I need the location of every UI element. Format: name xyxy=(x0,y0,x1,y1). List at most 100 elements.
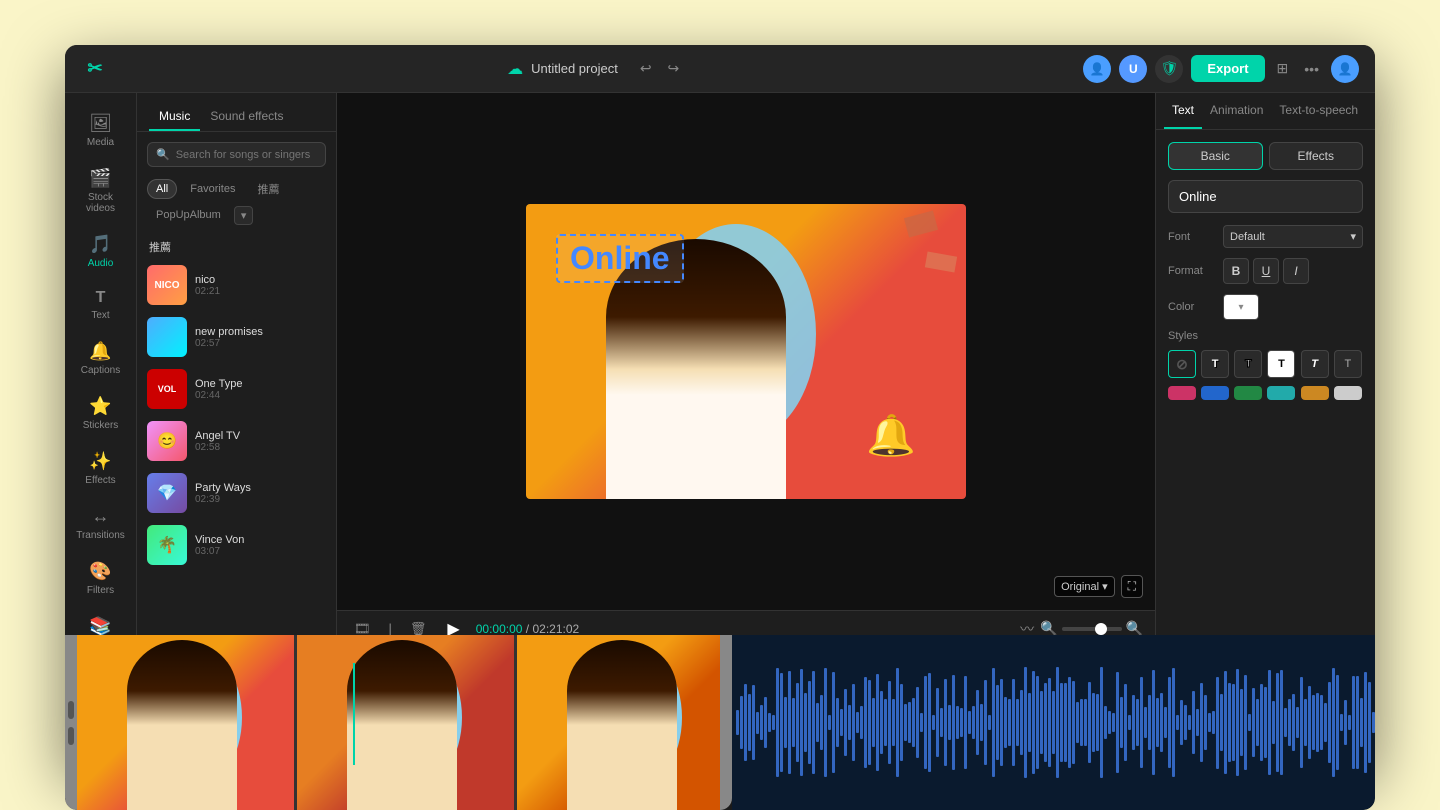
waveform-bar xyxy=(872,698,875,748)
tab-animation[interactable]: Animation xyxy=(1202,93,1271,129)
waveform-bar xyxy=(1216,677,1219,769)
more-options-button[interactable]: ••• xyxy=(1300,57,1323,81)
list-item[interactable]: VOL One Type 02:44 xyxy=(137,363,336,415)
filter-more-button[interactable]: ▾ xyxy=(234,206,254,225)
waveform-bar xyxy=(1272,701,1275,743)
waveform-bar xyxy=(1140,677,1143,767)
export-button[interactable]: Export xyxy=(1191,55,1264,82)
list-item[interactable]: new promises 02:57 xyxy=(137,311,336,363)
redo-button[interactable]: ↪ xyxy=(662,56,686,81)
waveform-bar xyxy=(796,683,799,761)
film-frame xyxy=(297,635,517,810)
sidebar-item-label: Text xyxy=(91,310,109,321)
list-item[interactable]: 💎 Party Ways 02:39 xyxy=(137,467,336,519)
font-row: Font Default ▾ xyxy=(1168,225,1363,248)
filter-all[interactable]: All xyxy=(147,179,177,199)
text-content-input[interactable] xyxy=(1168,180,1363,213)
waveform-bar xyxy=(1252,688,1255,757)
list-item[interactable]: 🌴 Vince Von 03:07 xyxy=(137,519,336,571)
style-2[interactable]: T xyxy=(1234,350,1262,378)
sidebar-item-label: Audio xyxy=(88,258,114,269)
color-dot-5[interactable] xyxy=(1301,386,1329,400)
effects-button[interactable]: Effects xyxy=(1269,142,1364,170)
track-info: Vince Von 03:07 xyxy=(195,534,326,557)
waveform-bar xyxy=(936,688,939,757)
color-dot-6[interactable] xyxy=(1334,386,1362,400)
zoom-thumb[interactable] xyxy=(1095,623,1107,635)
color-dot-1[interactable] xyxy=(1168,386,1196,400)
filter-popup[interactable]: PopUpAlbum xyxy=(147,205,230,225)
section-label: 推薦 xyxy=(137,233,336,259)
color-dot-3[interactable] xyxy=(1234,386,1262,400)
list-item[interactable]: 😊 Angel TV 02:58 xyxy=(137,415,336,467)
waveform-bar xyxy=(920,713,923,732)
sidebar-item-stickers[interactable]: ⭐ Stickers xyxy=(71,388,131,439)
tab-tts[interactable]: Text-to-speech xyxy=(1271,93,1366,129)
sidebar-item-transitions[interactable]: ↔ Transitions xyxy=(71,498,131,549)
waveform-bar xyxy=(808,681,811,765)
sidebar-item-text[interactable]: T Text xyxy=(71,281,131,329)
style-3[interactable]: T xyxy=(1267,350,1295,378)
filter-favorites[interactable]: Favorites xyxy=(181,179,244,199)
zoom-slider[interactable] xyxy=(1062,627,1122,631)
color-dot-2[interactable] xyxy=(1201,386,1229,400)
sidebar-item-filters[interactable]: 🎨 Filters xyxy=(71,553,131,604)
film-handle-right[interactable] xyxy=(720,635,732,810)
basic-button[interactable]: Basic xyxy=(1168,142,1263,170)
waveform-bar xyxy=(924,676,927,769)
tab-sound-effects[interactable]: Sound effects xyxy=(200,103,293,131)
waveform-bar xyxy=(812,671,815,775)
waveform-bar xyxy=(932,715,935,730)
waveform-bar xyxy=(768,713,771,731)
waveform-bar xyxy=(1104,706,1107,740)
waveform-bar xyxy=(748,694,751,752)
waveform-bar xyxy=(1008,699,1011,746)
waveform-bar xyxy=(756,712,759,734)
italic-button[interactable]: I xyxy=(1283,258,1309,284)
sidebar-item-stock[interactable]: 🎬 Stock videos xyxy=(71,160,131,222)
waveform-bar xyxy=(964,676,967,768)
tab-text[interactable]: Text xyxy=(1164,93,1202,129)
film-handle-left[interactable] xyxy=(65,635,77,810)
layout-icon[interactable]: ⊞ xyxy=(1273,56,1293,81)
sidebar-item-media[interactable]: 🖼 Media xyxy=(71,105,131,156)
shield-icon[interactable]: 🛡 xyxy=(1155,55,1183,83)
color-swatch[interactable]: ▾ xyxy=(1223,294,1259,320)
filter-recommended[interactable]: 推薦 xyxy=(248,177,288,201)
sidebar-item-effects[interactable]: ✨ Effects xyxy=(71,443,131,494)
profile-avatar[interactable]: 👤 xyxy=(1331,55,1359,83)
waveform-bars xyxy=(732,653,1375,793)
video-controls-bar: Original ▾ ⛶ xyxy=(1054,575,1143,598)
font-dropdown[interactable]: Default ▾ xyxy=(1223,225,1363,248)
text-overlay[interactable]: Online xyxy=(556,234,684,283)
fullscreen-button[interactable]: ⛶ xyxy=(1121,575,1143,598)
color-dot-4[interactable] xyxy=(1267,386,1295,400)
style-1[interactable]: T xyxy=(1201,350,1229,378)
tab-music[interactable]: Music xyxy=(149,103,200,131)
waveform-bar xyxy=(832,672,835,773)
waveform-bar xyxy=(1048,678,1051,768)
waveform-bar xyxy=(916,687,919,758)
list-item[interactable]: NICO nico 02:21 xyxy=(137,259,336,311)
sidebar-item-captions[interactable]: 🔔 Captions xyxy=(71,333,131,384)
film-frames xyxy=(77,635,720,810)
waveform-bar xyxy=(1248,714,1251,730)
track-info: Party Ways 02:39 xyxy=(195,482,326,505)
bold-button[interactable]: B xyxy=(1223,258,1249,284)
search-input[interactable] xyxy=(176,149,317,161)
underline-button[interactable]: U xyxy=(1253,258,1279,284)
user-avatar-secondary[interactable]: 👤 xyxy=(1083,55,1111,83)
view-mode-select[interactable]: Original ▾ xyxy=(1054,576,1114,597)
waveform-bar xyxy=(908,702,911,743)
style-4[interactable]: T xyxy=(1301,350,1329,378)
style-5[interactable]: T xyxy=(1334,350,1362,378)
style-none[interactable]: ⊘ xyxy=(1168,350,1196,378)
waveform-bar xyxy=(1264,687,1267,758)
sidebar-item-label: Effects xyxy=(85,475,115,486)
film-frame xyxy=(517,635,720,810)
captions-icon: 🔔 xyxy=(89,341,111,362)
waveform-bar xyxy=(876,674,879,771)
sidebar-item-audio[interactable]: 🎵 Audio xyxy=(71,226,131,277)
user-avatar-primary[interactable]: U xyxy=(1119,55,1147,83)
undo-button[interactable]: ↩ xyxy=(634,56,658,81)
